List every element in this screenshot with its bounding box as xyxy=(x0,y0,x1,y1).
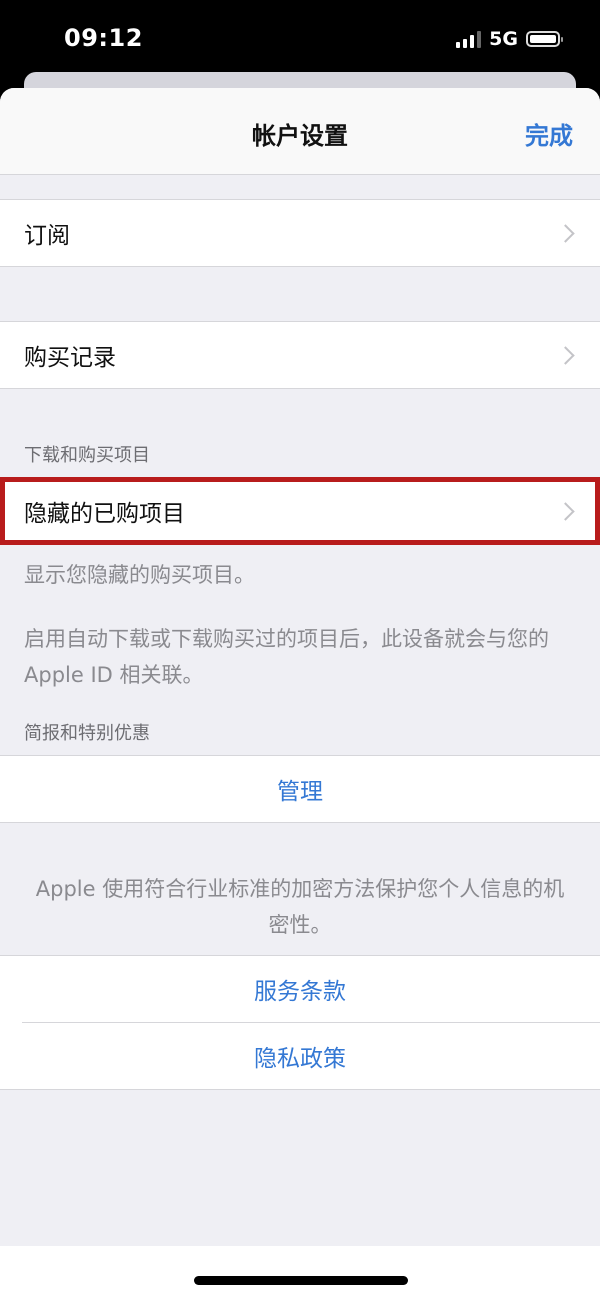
subscriptions-group: 订阅 xyxy=(0,199,600,267)
subscriptions-label: 订阅 xyxy=(24,223,70,249)
privacy-policy-link[interactable]: 隐私政策 xyxy=(0,1023,600,1089)
hidden-purchases-row[interactable]: 隐藏的已购项目 xyxy=(0,478,600,544)
home-indicator[interactable] xyxy=(194,1276,408,1285)
legal-links-group: 服务条款 隐私政策 xyxy=(0,955,600,1090)
status-time: 09:12 xyxy=(64,24,143,52)
newsletters-section-header: 简报和特别优惠 xyxy=(24,723,150,744)
account-settings-sheet: 帐户设置 完成 订阅 购买记录 下载和购买项目 隐藏的已购项目 显示您隐藏的购买… xyxy=(0,88,600,1298)
home-indicator-area xyxy=(0,1246,600,1298)
done-button[interactable]: 完成 xyxy=(525,116,573,151)
purchase-history-group: 购买记录 xyxy=(0,321,600,389)
battery-icon xyxy=(526,31,563,47)
network-type: 5G xyxy=(489,28,518,50)
hidden-purchases-group: 隐藏的已购项目 xyxy=(0,477,600,545)
purchase-history-label: 购买记录 xyxy=(24,345,116,371)
hidden-purchases-footer: 显示您隐藏的购买项目。 xyxy=(24,563,255,587)
manage-button[interactable]: 管理 xyxy=(0,756,600,822)
subscriptions-row[interactable]: 订阅 xyxy=(0,200,600,266)
hidden-purchases-label: 隐藏的已购项目 xyxy=(24,501,185,527)
cellular-signal-icon xyxy=(456,30,482,48)
chevron-right-icon xyxy=(556,345,575,365)
device-association-note: 启用自动下载或下载购买过的项目后，此设备就会与您的 Apple ID 相关联。 xyxy=(24,627,549,687)
downloads-section-header: 下载和购买项目 xyxy=(24,445,150,466)
status-indicators: 5G xyxy=(456,28,563,50)
privacy-note: Apple 使用符合行业标准的加密方法保护您个人信息的机密性。 xyxy=(35,877,565,937)
purchase-history-row[interactable]: 购买记录 xyxy=(0,322,600,388)
status-bar: 09:12 5G xyxy=(0,0,600,80)
newsletters-group: 管理 xyxy=(0,755,600,823)
chevron-right-icon xyxy=(556,501,575,521)
page-title: 帐户设置 xyxy=(252,122,348,150)
chevron-right-icon xyxy=(556,223,575,243)
terms-of-service-link[interactable]: 服务条款 xyxy=(0,956,600,1022)
navigation-bar: 帐户设置 完成 xyxy=(0,88,600,175)
